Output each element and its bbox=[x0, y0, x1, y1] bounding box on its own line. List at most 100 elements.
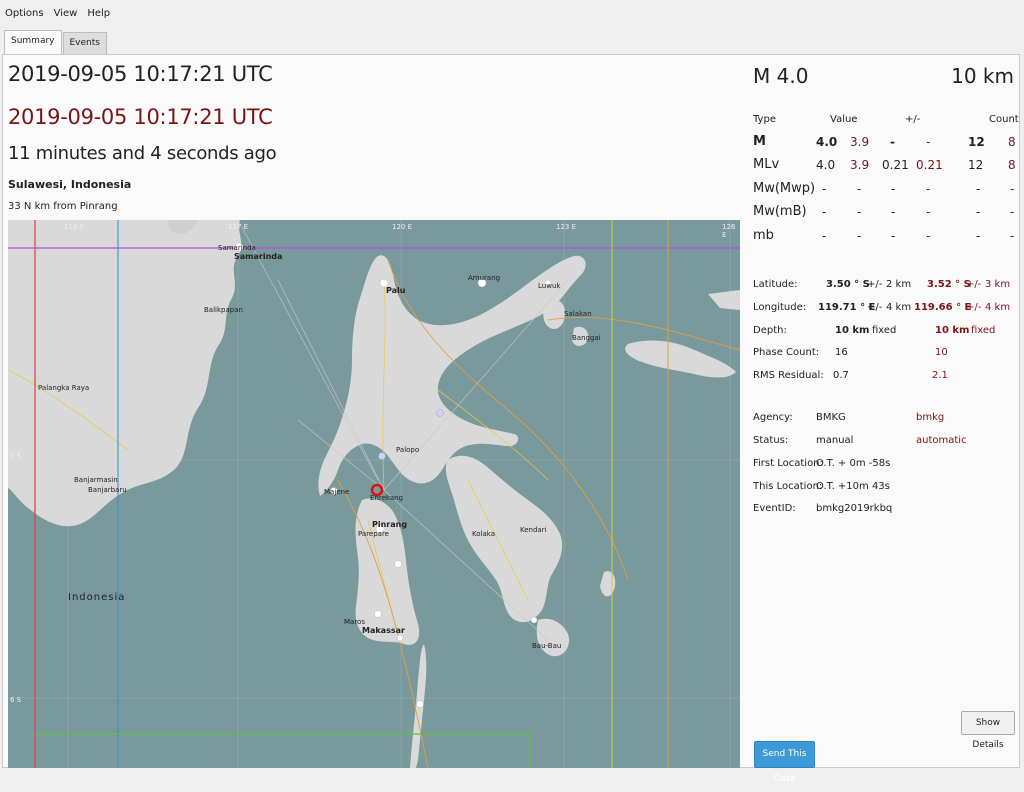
mag-row-mwmwp-count-auto: - bbox=[1010, 182, 1015, 196]
mag-row-mlv-value-auto: 3.9 bbox=[850, 158, 870, 172]
event-map[interactable]: 114 E 117 E 120 E 123 E 126 E 3 S 6 S Sa… bbox=[8, 220, 740, 768]
phase-count-auto: 10 bbox=[935, 347, 948, 358]
map-tick-123e: 123 E bbox=[556, 223, 577, 231]
tab-summary[interactable]: Summary bbox=[4, 30, 62, 54]
mag-header-count: Count bbox=[989, 114, 1019, 125]
depth-label: Depth: bbox=[753, 325, 787, 336]
agency-value: BMKG bbox=[816, 412, 846, 423]
longitude-error-auto: 4 km bbox=[985, 302, 1011, 313]
menu-help[interactable]: Help bbox=[82, 8, 115, 19]
tab-events[interactable]: Events bbox=[62, 32, 107, 54]
map-label-salakan: Salakan bbox=[564, 310, 592, 318]
mag-row-mwmb-count: - bbox=[976, 205, 981, 219]
depth-type: fixed bbox=[872, 325, 897, 336]
map-label-balikpapan: Balikpapan bbox=[204, 306, 243, 314]
map-tick-120e: 120 E bbox=[392, 223, 413, 231]
nearest-city: 33 N km from Pinrang bbox=[8, 201, 118, 212]
longitude-label: Longitude: bbox=[753, 302, 807, 313]
mag-row-mb-err: - bbox=[891, 229, 896, 243]
map-label-makassar: Makassar bbox=[362, 626, 405, 635]
rms-residual-label: RMS Residual: bbox=[753, 370, 824, 381]
latitude-pm: +/- bbox=[867, 279, 883, 290]
map-label-luwuk: Luwuk bbox=[538, 282, 561, 290]
mag-row-mwmb-count-auto: - bbox=[1010, 205, 1015, 219]
latitude-error: 2 km bbox=[886, 279, 912, 290]
depth-summary: 10 km bbox=[951, 64, 1014, 88]
mag-row-mlv-err-auto: 0.21 bbox=[916, 158, 943, 172]
rms-residual-auto: 2.1 bbox=[932, 370, 948, 381]
mag-row-mwmb-err-auto: - bbox=[926, 205, 931, 219]
mag-row-m-count-auto: 8 bbox=[1008, 135, 1016, 149]
map-label-enrekang: Enrekang bbox=[370, 494, 403, 502]
map-label-indonesia: Indonesia bbox=[68, 592, 126, 603]
time-ago: 11 minutes and 4 seconds ago bbox=[8, 143, 277, 164]
longitude-pm: +/- bbox=[867, 302, 883, 313]
first-location-value: O.T. + 0m -58s bbox=[816, 458, 891, 469]
mag-row-mwmb-err: - bbox=[891, 205, 896, 219]
map-label-palangka-raya: Palangka Raya bbox=[38, 384, 90, 392]
mag-row-mlv-count: 12 bbox=[968, 158, 984, 172]
region-name: Sulawesi, Indonesia bbox=[8, 178, 132, 191]
longitude-error: 4 km bbox=[886, 302, 912, 313]
mag-row-mwmb-type: Mw(mB) bbox=[753, 204, 807, 219]
this-location-value: O.T. +10m 43s bbox=[816, 481, 890, 492]
depth-value-auto: 10 km bbox=[935, 325, 970, 336]
map-label-parepare: Parepare bbox=[358, 530, 389, 538]
phase-count-value: 16 bbox=[835, 347, 848, 358]
map-label-banggai: Banggai bbox=[572, 334, 601, 342]
mag-row-mwmwp-err-auto: - bbox=[926, 182, 931, 196]
map-label-majene: Majene bbox=[324, 488, 350, 496]
origin-time-automatic: 2019-09-05 10:17:21 UTC bbox=[8, 105, 273, 129]
mag-row-mlv-value: 4.0 bbox=[816, 158, 836, 172]
mag-row-m-err-auto: - bbox=[926, 135, 931, 149]
map-label-banjarmasin: Banjarmasin bbox=[74, 476, 118, 484]
mag-row-m-value: 4.0 bbox=[816, 135, 838, 149]
longitude-value-auto: 119.66 ° E bbox=[914, 302, 972, 313]
mag-row-mb-count: - bbox=[976, 229, 981, 243]
latitude-pm-auto: +/- bbox=[966, 279, 982, 290]
agency-value-auto: bmkg bbox=[916, 412, 945, 423]
mag-row-mlv-type: MLv bbox=[753, 157, 780, 172]
origin-time: 2019-09-05 10:17:21 UTC bbox=[8, 62, 273, 86]
latitude-error-auto: 3 km bbox=[985, 279, 1011, 290]
phase-count-label: Phase Count: bbox=[753, 347, 820, 358]
depth-type-auto: fixed bbox=[971, 325, 996, 336]
tab-bar: Summary Events bbox=[4, 30, 108, 54]
mag-row-mwmwp-count: - bbox=[976, 182, 981, 196]
show-details-button[interactable]: Show Details bbox=[961, 711, 1015, 750]
event-id-value: bmkg2019rkbq bbox=[816, 503, 893, 514]
status-label: Status: bbox=[753, 435, 789, 446]
map-label-banjarbaru: Banjarbaru bbox=[88, 486, 127, 494]
map-label-maros: Maros bbox=[344, 618, 365, 626]
depth-value: 10 km bbox=[835, 325, 870, 336]
mag-row-m-type: M bbox=[753, 134, 766, 149]
map-label-palu: Palu bbox=[386, 286, 406, 295]
map-label-pinrang: Pinrang bbox=[372, 520, 408, 529]
mag-row-mwmwp-type: Mw(Mwp) bbox=[753, 181, 816, 196]
status-value: manual bbox=[816, 435, 854, 446]
mag-row-mwmb-value-auto: - bbox=[857, 205, 862, 219]
menu-options[interactable]: Options bbox=[0, 8, 49, 19]
map-tick-6s: 6 S bbox=[10, 696, 22, 704]
mag-row-mwmwp-value: - bbox=[822, 182, 827, 196]
first-location-label: First Location: bbox=[753, 458, 823, 469]
map-tick-117e: 117 E bbox=[228, 223, 249, 231]
map-label-samarinda-small: Samarinda bbox=[218, 244, 256, 252]
mag-row-mlv-err: 0.21 bbox=[882, 158, 909, 172]
mag-row-m-value-auto: 3.9 bbox=[850, 135, 870, 149]
mag-row-mb-value-auto: - bbox=[857, 229, 862, 243]
send-data-button[interactable]: Send This Data bbox=[754, 741, 815, 784]
map-tick-126e: 126 E bbox=[722, 223, 736, 239]
menu-bar: Options View Help bbox=[0, 0, 1024, 26]
latitude-value: 3.50 ° S bbox=[826, 279, 870, 290]
latitude-label: Latitude: bbox=[753, 279, 798, 290]
mag-row-mwmb-value: - bbox=[822, 205, 827, 219]
mag-header-type: Type bbox=[753, 114, 776, 125]
map-tick-114e: 114 E bbox=[64, 223, 85, 231]
mag-row-mb-value: - bbox=[822, 229, 827, 243]
mag-row-m-err: - bbox=[890, 135, 895, 149]
map-label-samarinda: Samarinda bbox=[234, 252, 283, 261]
map-label-amurang: Amurang bbox=[468, 274, 501, 282]
this-location-label: This Location: bbox=[753, 481, 823, 492]
menu-view[interactable]: View bbox=[49, 8, 83, 19]
